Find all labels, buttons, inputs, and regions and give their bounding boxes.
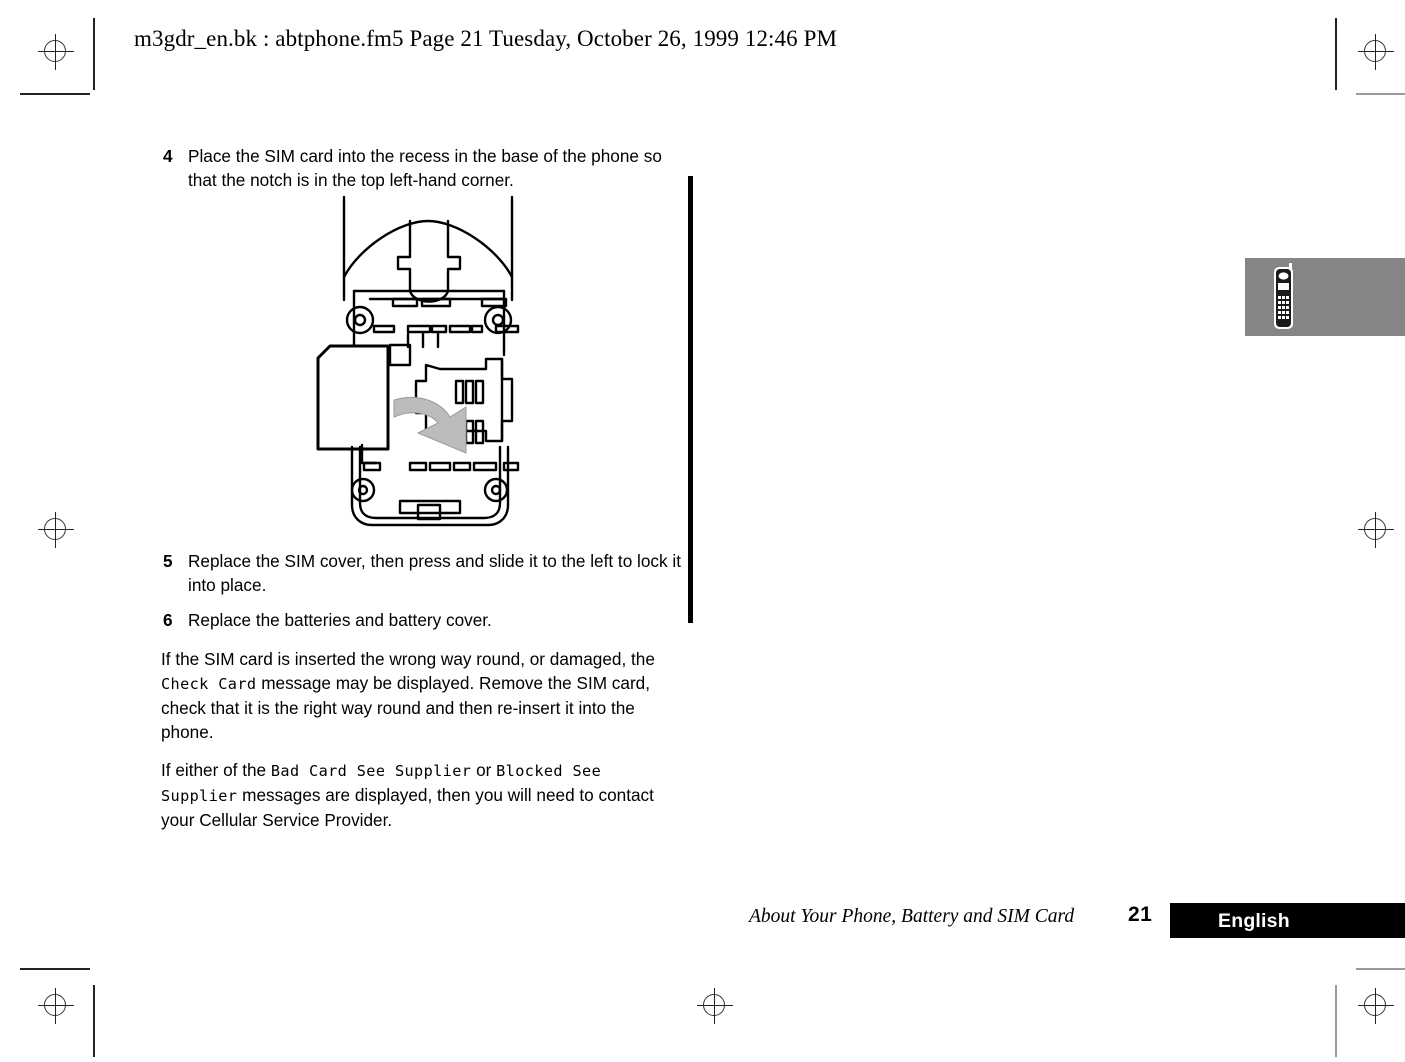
- paragraph-segment: or: [471, 759, 497, 780]
- step-text: Place the SIM card into the recess in th…: [188, 146, 662, 190]
- screw-boss-bottom-right: [483, 477, 509, 503]
- phone-cover-top-curve: [342, 219, 514, 279]
- trim-line-bottom-right-horizontal: [1356, 968, 1405, 970]
- registration-vline: [55, 988, 56, 1024]
- screw-hole-right: [491, 313, 505, 327]
- registration-mark-top-left: [38, 34, 74, 70]
- page-header-line: m3gdr_en.bk : abtphone.fm5 Page 21 Tuesd…: [134, 26, 838, 51]
- step-item-5: 5 Replace the SIM cover, then press and …: [161, 550, 681, 597]
- lcd-message-check-card: Check Card: [161, 674, 257, 693]
- registration-hline: [38, 1005, 74, 1006]
- phone-earpiece: [1278, 272, 1289, 280]
- lcd-message-bad-card-see-supplier: Bad Card See Supplier: [270, 761, 472, 780]
- screw-boss-right: [483, 305, 513, 335]
- sim-contact-finger: [464, 379, 475, 405]
- paragraph-bad-card: If either of the Bad Card See Supplier o…: [161, 758, 681, 832]
- registration-vline: [55, 512, 56, 548]
- registration-vline: [55, 34, 56, 70]
- trim-line-bottom-left-vertical: [93, 985, 95, 1057]
- contact-pad: [472, 461, 498, 472]
- registration-mark-mid-right: [1358, 512, 1394, 548]
- trim-line-top-right-horizontal: [1356, 93, 1405, 95]
- step-item-4: 4 Place the SIM card into the recess in …: [161, 145, 681, 192]
- language-tab-label: English: [1218, 910, 1290, 932]
- contact-pad: [391, 297, 419, 308]
- language-tab: English: [1170, 903, 1405, 938]
- footer-section-title: About Your Phone, Battery and SIM Card: [749, 906, 1075, 927]
- change-bar: [688, 176, 693, 623]
- registration-mark-bottom-center: [697, 988, 733, 1024]
- paragraph-segment: If either of the: [161, 759, 271, 780]
- registration-hline: [1358, 1005, 1394, 1006]
- step-text: Replace the batteries and battery cover.: [188, 610, 492, 630]
- contact-pad: [406, 324, 432, 334]
- phone-bottom-inner: [358, 445, 502, 520]
- sim-contact-finger: [454, 379, 465, 405]
- registration-vline: [714, 988, 715, 1024]
- contact-pad: [408, 461, 428, 472]
- trim-line-bottom-right-vertical: [1335, 985, 1337, 1057]
- registration-mark-bottom-right: [1358, 988, 1394, 1024]
- contact-pad: [480, 297, 508, 308]
- paragraph-check-card: If the SIM card is inserted the wrong wa…: [161, 647, 681, 744]
- sim-insertion-illustration: [290, 195, 565, 540]
- mobile-phone-icon: [1267, 262, 1301, 332]
- trim-line-bottom-left-horizontal: [20, 968, 90, 970]
- registration-vline: [1375, 988, 1376, 1024]
- contact-pad: [428, 461, 452, 472]
- step-number: 6: [163, 610, 173, 630]
- screw-hole-bottom-right: [490, 484, 502, 496]
- step-item-6: 6 Replace the batteries and battery cove…: [161, 609, 681, 633]
- contact-pad: [452, 461, 472, 472]
- registration-mark-top-right: [1358, 34, 1394, 70]
- phone-display: [1278, 283, 1289, 290]
- boss-left-outline: [396, 219, 412, 293]
- trim-line-left-vertical: [93, 18, 95, 90]
- contact-pad: [470, 324, 484, 334]
- sim-card-outline: [316, 344, 390, 451]
- trim-line-right-vertical: [1335, 18, 1337, 90]
- registration-vline: [1375, 512, 1376, 548]
- registration-hline: [1358, 529, 1394, 530]
- contact-pad: [372, 324, 396, 334]
- square-detail: [388, 343, 412, 367]
- registration-hline: [38, 51, 74, 52]
- sim-contact-finger: [474, 379, 485, 405]
- contact-pad: [430, 324, 448, 334]
- bottom-connector-slot: [398, 499, 462, 515]
- contact-pad: [502, 461, 520, 472]
- trim-line-top-left-horizontal: [20, 93, 90, 95]
- step-text: Replace the SIM cover, then press and sl…: [188, 551, 681, 595]
- contact-pad: [448, 324, 472, 334]
- registration-mark-mid-left: [38, 512, 74, 548]
- paragraph-segment: If the SIM card is inserted the wrong wa…: [161, 648, 655, 669]
- sim-insertion-figure-svg: [316, 195, 520, 527]
- registration-hline: [1358, 51, 1394, 52]
- insertion-arrow-icon: [393, 396, 467, 454]
- step-number: 4: [163, 146, 173, 166]
- footer-page-number: 21: [1128, 903, 1153, 926]
- screw-boss-left: [345, 305, 375, 335]
- boss-right-outline: [446, 219, 462, 293]
- registration-vline: [1375, 34, 1376, 70]
- screw-boss-bottom-left: [350, 477, 376, 503]
- registration-hline: [697, 1005, 733, 1006]
- step-number: 5: [163, 551, 173, 571]
- section-tab: [1245, 258, 1405, 336]
- mobile-phone-icon-svg: [1274, 263, 1293, 329]
- screw-hole-left: [353, 313, 367, 327]
- registration-hline: [38, 529, 74, 530]
- registration-mark-bottom-left: [38, 988, 74, 1024]
